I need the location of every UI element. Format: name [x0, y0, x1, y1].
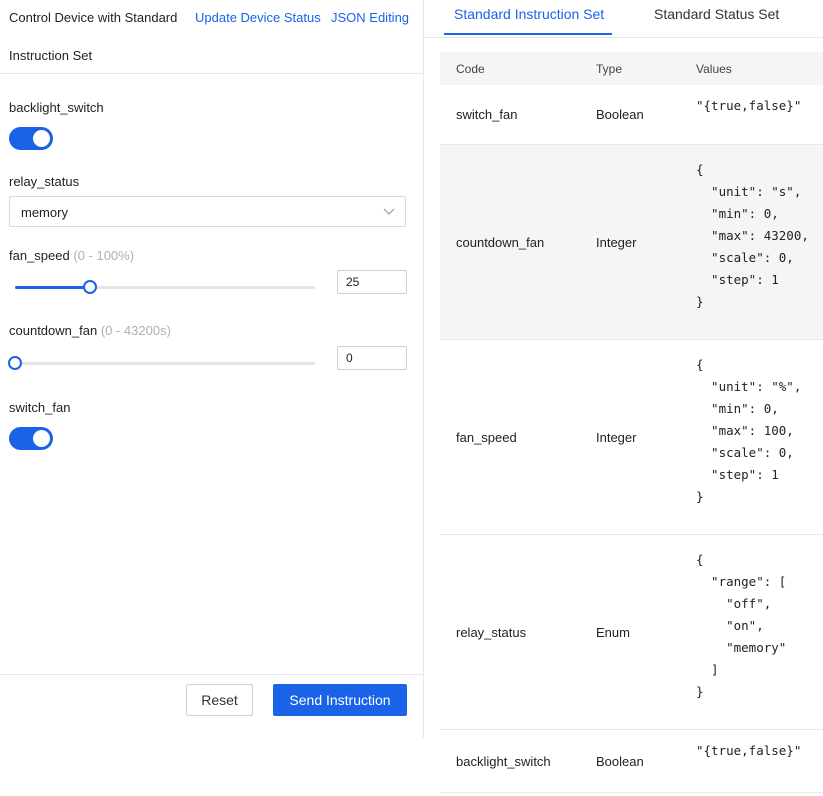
row-code: switch_fan: [456, 107, 518, 122]
send-instruction-button[interactable]: Send Instruction: [273, 684, 407, 716]
fan-speed-label: fan_speed (0 - 100%): [9, 248, 134, 263]
active-tab-indicator: [444, 33, 612, 35]
toggle-knob: [33, 130, 50, 147]
chevron-down-icon: [383, 208, 395, 215]
row-type: Integer: [596, 235, 637, 250]
countdown-fan-input[interactable]: [337, 346, 407, 370]
reset-button[interactable]: Reset: [186, 684, 253, 716]
fan-speed-input[interactable]: [337, 270, 407, 294]
row-type: Boolean: [596, 107, 644, 122]
relay-status-value: memory: [21, 205, 68, 220]
header-values: Values: [696, 62, 732, 76]
row-type: Boolean: [596, 754, 644, 769]
table-header: Code Type Values: [440, 52, 823, 85]
row-code: countdown_fan: [456, 235, 545, 250]
row-values: { "unit": "%", "min": 0, "max": 100, "sc…: [696, 357, 802, 504]
switch-fan-label: switch_fan: [9, 400, 71, 415]
row-code: fan_speed: [456, 430, 517, 445]
tab-standard-status-set[interactable]: Standard Status Set: [654, 6, 779, 22]
slider-handle[interactable]: [8, 356, 22, 370]
json-editing-link[interactable]: JSON Editing: [331, 10, 409, 25]
action-footer: Reset Send Instruction: [0, 674, 423, 739]
switch-fan-toggle[interactable]: [9, 427, 53, 450]
tab-bar: Standard Instruction Set Standard Status…: [424, 0, 823, 38]
fan-speed-range: (0 - 100%): [73, 248, 135, 263]
row-values: "{true,false}": [696, 98, 802, 113]
header-type: Type: [596, 62, 623, 76]
slider-handle[interactable]: [83, 280, 97, 294]
table-row: switch_fan Boolean "{true,false}": [440, 85, 823, 145]
countdown-fan-label: countdown_fan (0 - 43200s): [9, 323, 171, 338]
table-row: relay_status Enum { "range": [ "off", "o…: [440, 535, 823, 730]
fan-speed-name: fan_speed: [9, 248, 70, 263]
countdown-fan-slider[interactable]: [8, 356, 315, 370]
row-values: "{true,false}": [696, 743, 802, 758]
slider-track: [15, 286, 90, 289]
update-device-status-link[interactable]: Update Device Status: [195, 10, 321, 25]
backlight-switch-label: backlight_switch: [9, 100, 104, 115]
table-row: fan_speed Integer { "unit": "%", "min": …: [440, 340, 823, 535]
backlight-switch-toggle[interactable]: [9, 127, 53, 150]
control-panel: Control Device with Standard Instruction…: [0, 0, 424, 738]
row-type: Integer: [596, 430, 637, 445]
table-row: backlight_switch Boolean "{true,false}": [440, 730, 823, 793]
row-code: relay_status: [456, 625, 527, 640]
panel-header: Control Device with Standard Instruction…: [0, 0, 423, 74]
row-type: Enum: [596, 625, 630, 640]
countdown-fan-name: countdown_fan: [9, 323, 98, 338]
relay-status-select[interactable]: memory: [9, 196, 406, 227]
fan-speed-slider[interactable]: [15, 280, 315, 294]
slider-rail: [15, 362, 315, 365]
panel-title-line2: Instruction Set: [9, 48, 93, 63]
tab-standard-instruction-set[interactable]: Standard Instruction Set: [454, 6, 604, 22]
toggle-knob: [33, 430, 50, 447]
countdown-fan-range: (0 - 43200s): [100, 323, 171, 338]
row-values: { "range": [ "off", "on", "memory" ] }: [696, 552, 787, 699]
row-code: backlight_switch: [456, 754, 551, 769]
row-values: { "unit": "s", "min": 0, "max": 43200, "…: [696, 162, 809, 309]
table-row: countdown_fan Integer { "unit": "s", "mi…: [440, 145, 823, 340]
relay-status-label: relay_status: [9, 174, 80, 189]
header-code: Code: [456, 62, 485, 76]
panel-title-line1: Control Device with Standard: [9, 10, 178, 25]
